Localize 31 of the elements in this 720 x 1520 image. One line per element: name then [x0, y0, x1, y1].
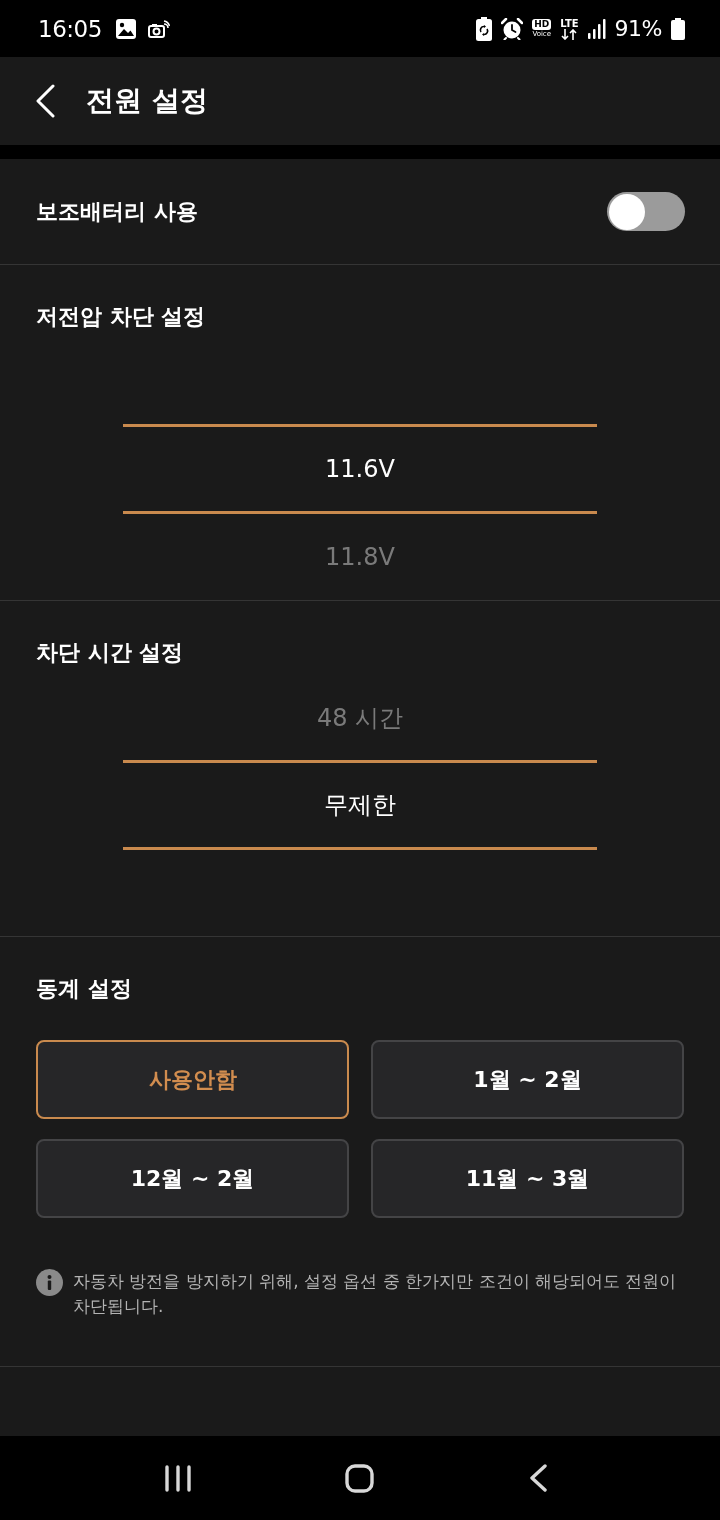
section-title: 차단 시간 설정 — [36, 639, 185, 667]
period-option-button[interactable]: 11월 ~ 3월 — [371, 1139, 684, 1218]
period-option-button[interactable]: 12월 ~ 2월 — [36, 1139, 349, 1218]
home-icon[interactable] — [345, 1463, 374, 1493]
picker-option[interactable]: 48 시간 — [316, 702, 404, 733]
hd-badge: HD — [532, 19, 552, 30]
camera-icon — [147, 19, 170, 38]
picker-option[interactable]: 11.8V — [325, 541, 395, 572]
picker-option[interactable]: 11.6V — [325, 454, 395, 484]
recent-apps-icon[interactable] — [165, 1464, 191, 1492]
battery-percentage: 91% — [614, 16, 662, 41]
setting-label: 보조배터리 사용 — [36, 197, 198, 226]
screen-title: 전원 설정 — [86, 83, 208, 119]
gallery-icon — [115, 18, 136, 39]
back-icon[interactable] — [34, 84, 56, 118]
period-option-button[interactable]: 사용안함 — [36, 1040, 349, 1119]
info-note: 자동차 방전을 방지하기 위해, 설정 옵션 중 한가지만 조건이 해당되어도 전원이 차단됩니다. — [73, 1270, 678, 1318]
toggle-switch[interactable] — [607, 192, 685, 231]
battery-icon — [671, 17, 685, 40]
signal-icon — [587, 18, 606, 39]
picker-option[interactable]: 무제한 — [324, 790, 396, 820]
section-title: 저전압 차단 설정 — [36, 303, 207, 331]
back-icon[interactable] — [528, 1464, 548, 1492]
period-option-button[interactable]: 1월 ~ 2월 — [371, 1040, 684, 1119]
clock-time: 16:05 — [38, 15, 102, 42]
section-title: 동계 설정 — [36, 975, 133, 1003]
data-arrows-icon — [561, 28, 578, 40]
info-icon — [36, 1269, 63, 1296]
alarm-clock-icon — [501, 17, 524, 40]
network-type-label: LTE — [560, 17, 579, 29]
battery-saver-icon — [476, 16, 493, 41]
